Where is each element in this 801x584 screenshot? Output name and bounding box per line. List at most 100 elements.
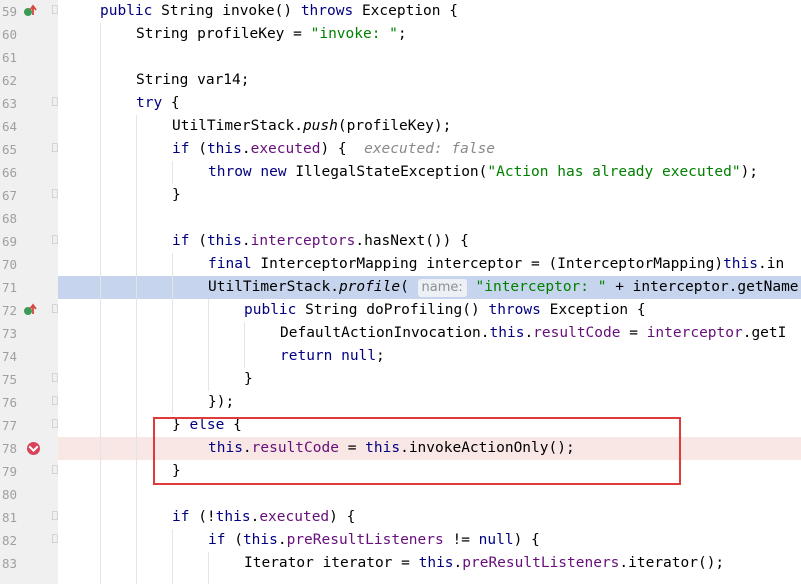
code-line[interactable]: 60 String profileKey = "invoke: "; <box>0 23 801 46</box>
code-token: UtilTimerStack. <box>172 118 303 134</box>
code-token: . <box>277 532 287 548</box>
code-token: this <box>215 509 251 525</box>
code-line[interactable]: 80 <box>0 483 801 506</box>
code-line[interactable]: 65 ⎕ if (this.executed) { executed: false <box>0 138 801 161</box>
fold-icon[interactable]: ⎕ <box>52 191 60 200</box>
fold-icon[interactable]: ⎕ <box>52 375 60 384</box>
code-line[interactable]: 70 final InterceptorMapping interceptor =… <box>0 253 801 276</box>
indent-guide <box>208 299 209 391</box>
code-token: this <box>206 141 242 157</box>
line-number: 75 <box>1 372 17 387</box>
code-line[interactable]: 71 UtilTimerStack.profile( name: "interce… <box>0 276 801 299</box>
fold-icon[interactable]: ⎕ <box>52 536 60 545</box>
code-token: () <box>462 302 489 318</box>
code-line[interactable]: 74 return null; <box>0 345 801 368</box>
fold-icon[interactable]: ⎕ <box>52 237 60 246</box>
line-highlight <box>58 368 801 391</box>
code-line[interactable]: 83 Iterator iterator = this.preResultList… <box>0 552 801 575</box>
fold-icon[interactable]: ⎕ <box>52 467 60 476</box>
code-token: Iterator iterator = <box>244 555 419 571</box>
line-number: 67 <box>1 188 17 203</box>
code-token: String profileKey = <box>136 26 311 42</box>
code-token: this <box>242 532 278 548</box>
code-token: String var14; <box>136 72 250 88</box>
fold-icon[interactable]: ⎕ <box>52 145 60 154</box>
line-number: 73 <box>1 326 17 341</box>
line-number: 63 <box>1 96 17 111</box>
code-token: != <box>443 532 479 548</box>
code-token: name: <box>417 279 467 297</box>
fold-icon[interactable]: ⎕ <box>52 398 60 407</box>
code-token: String <box>152 3 223 19</box>
code-token: return <box>280 348 333 364</box>
code-token: new <box>260 164 287 180</box>
line-highlight <box>58 345 801 368</box>
fold-icon[interactable]: ⎕ <box>52 99 60 108</box>
code-line[interactable]: 61 <box>0 46 801 69</box>
breakpoint-icon[interactable] <box>27 442 40 455</box>
code-line[interactable]: 63 ⎕ try { <box>0 92 801 115</box>
code-token: ( <box>400 279 418 295</box>
fold-icon[interactable]: ⎕ <box>52 306 60 315</box>
line-number: 59 <box>1 4 17 19</box>
line-number: 72 <box>1 303 17 318</box>
code-line[interactable]: 59 ⎕ public String invoke() throws Excepti… <box>0 0 801 23</box>
code-token: (! <box>189 509 216 525</box>
code-line[interactable]: 75 ⎕} <box>0 368 801 391</box>
code-text: DefaultActionInvocation.this.resultCode … <box>280 322 786 345</box>
code-token: doProfiling <box>366 302 463 318</box>
fold-icon[interactable]: ⎕ <box>52 7 60 16</box>
code-line[interactable]: 69 ⎕ if (this.interceptors.hasNext()) { <box>0 230 801 253</box>
code-text: public String invoke() throws Exception … <box>100 0 458 23</box>
code-text: String var14; <box>136 69 250 92</box>
code-text: final InterceptorMapping interceptor = (… <box>208 253 784 276</box>
code-token: if <box>172 233 190 249</box>
line-number: 76 <box>1 395 17 410</box>
code-token: final <box>208 256 252 272</box>
code-token: ; <box>376 348 385 364</box>
code-line[interactable]: 62 String var14; <box>0 69 801 92</box>
code-line[interactable]: 67 ⎕} <box>0 184 801 207</box>
code-token: push <box>302 118 338 134</box>
code-line[interactable]: 64 UtilTimerStack.push(profileKey); <box>0 115 801 138</box>
code-line[interactable]: 66 throw new IllegalStateException("Actio… <box>0 161 801 184</box>
code-text: }); <box>208 391 234 414</box>
code-token: preResultListeners <box>286 532 444 548</box>
code-token: executed <box>250 141 321 157</box>
code-text: String profileKey = "invoke: "; <box>136 23 407 46</box>
code-token: ( <box>225 532 243 548</box>
code-token: . <box>453 555 463 571</box>
line-number: 66 <box>1 165 17 180</box>
code-line[interactable]: 76 ⎕}); <box>0 391 801 414</box>
code-line[interactable]: 82 ⎕ if (this.preResultListeners != null) … <box>0 529 801 552</box>
code-token: String <box>296 302 367 318</box>
code-token: this <box>489 325 525 341</box>
code-token: UtilTimerStack. <box>208 279 339 295</box>
code-token: interceptor <box>646 325 743 341</box>
fold-icon[interactable]: ⎕ <box>52 421 60 430</box>
fold-icon[interactable]: ⎕ <box>52 513 60 522</box>
override-up-arrow-icon[interactable] <box>22 3 38 19</box>
code-token: if <box>172 141 190 157</box>
line-highlight <box>58 391 801 414</box>
code-token: { <box>162 95 180 111</box>
line-number: 64 <box>1 119 17 134</box>
code-token: }); <box>208 394 235 410</box>
code-token: profile <box>338 279 401 295</box>
line-number: 69 <box>1 234 17 249</box>
code-token: interceptors <box>250 233 356 249</box>
code-line[interactable]: 72 ⎕ public String doProfiling() throws Ex… <box>0 299 801 322</box>
line-number: 78 <box>1 441 17 456</box>
code-token: this <box>723 256 758 272</box>
code-line[interactable]: 68 <box>0 207 801 230</box>
override-up-arrow-icon[interactable] <box>22 302 38 318</box>
code-token: executed: false <box>364 141 496 157</box>
code-token: ( <box>189 233 207 249</box>
line-number: 83 <box>1 556 17 571</box>
code-token: .hasNext()) { <box>355 233 469 249</box>
line-number: 61 <box>1 50 17 65</box>
code-line[interactable]: 73 DefaultActionInvocation.this.resultCod… <box>0 322 801 345</box>
code-line[interactable]: 81 ⎕ if (!this.executed) { <box>0 506 801 529</box>
